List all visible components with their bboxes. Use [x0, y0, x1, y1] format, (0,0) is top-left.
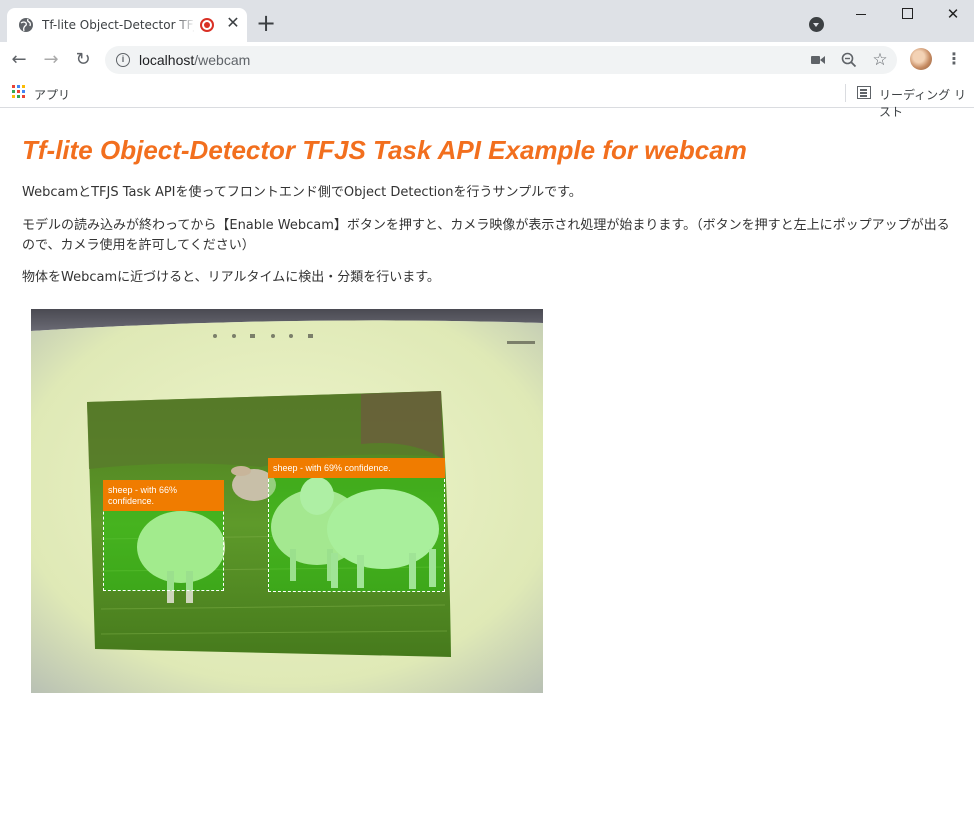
- detection-box: [268, 459, 445, 592]
- intro-paragraph: WebcamとTFJS Task APIを使ってフロントエンド側でObject …: [22, 185, 582, 200]
- apps-bookmark[interactable]: アプリ: [34, 86, 70, 103]
- address-bar[interactable]: i localhost/webcam ☆: [105, 46, 897, 74]
- page-title: Tf-lite Object-Detector TFJS Task API Ex…: [22, 135, 747, 165]
- tab-strip: Tf-lite Object-Detector TFJS Task API Ex…: [0, 0, 974, 42]
- bookmarks-bar: アプリ リーディング リスト: [0, 78, 974, 119]
- url-host: localhost: [139, 52, 195, 68]
- browser-tab[interactable]: Tf-lite Object-Detector TFJS Task API Ex…: [7, 8, 247, 42]
- maximize-icon[interactable]: [892, 0, 922, 28]
- usage-paragraph: 物体をWebcamに近づけると、リアルタイムに検出・分類を行います。: [22, 270, 440, 285]
- tab-fade: [174, 14, 196, 36]
- record-icon: [200, 18, 214, 32]
- reload-icon[interactable]: ↻: [72, 49, 94, 71]
- back-icon[interactable]: ←: [8, 49, 30, 71]
- forward-icon[interactable]: →: [40, 49, 62, 71]
- avatar[interactable]: [910, 48, 932, 70]
- detection-label: sheep - with 69% confidence.: [268, 458, 445, 478]
- tab-title: Tf-lite Object-Detector TFJS Task API Ex…: [42, 18, 194, 32]
- info-icon[interactable]: i: [116, 53, 130, 67]
- tab-search-icon[interactable]: [809, 17, 824, 32]
- url-text[interactable]: localhost/webcam: [139, 52, 250, 68]
- reading-list-button[interactable]: リーディング リスト: [879, 86, 974, 120]
- star-icon[interactable]: ☆: [871, 51, 889, 69]
- webcam-video: sheep - with 66% confidence. sheep - wit…: [31, 309, 543, 693]
- browser-toolbar: ← → ↻ i localhost/webcam ☆ ⋮: [0, 42, 974, 78]
- close-icon[interactable]: ✕: [224, 15, 242, 33]
- zoom-icon[interactable]: [840, 51, 858, 69]
- globe-icon: [19, 18, 33, 32]
- detection-label: sheep - with 66% confidence.: [103, 480, 224, 511]
- window-close-icon[interactable]: ✕: [938, 0, 968, 28]
- menu-icon[interactable]: ⋮: [944, 49, 964, 71]
- instructions-paragraph: モデルの読み込みが終わってから【Enable Webcam】ボタンを押すと、カメ…: [22, 218, 950, 253]
- apps-icon[interactable]: [12, 85, 26, 99]
- reading-list-icon[interactable]: [857, 86, 871, 99]
- plus-icon[interactable]: +: [255, 11, 277, 35]
- camera-icon[interactable]: [809, 51, 827, 69]
- url-path: /webcam: [194, 52, 251, 68]
- minimize-icon[interactable]: [846, 0, 876, 28]
- divider: [845, 84, 846, 102]
